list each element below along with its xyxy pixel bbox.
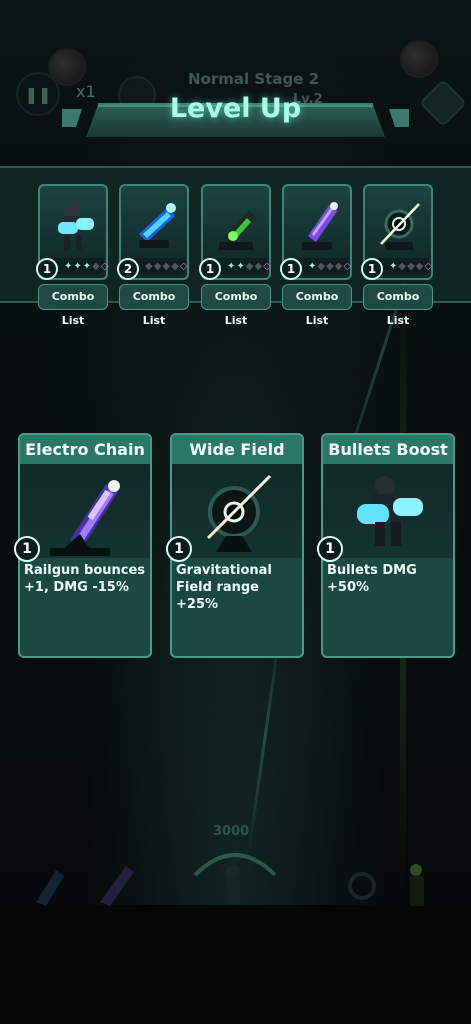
star-rating: ✦✦◆◆◇ — [227, 261, 272, 272]
choice-description: Bullets DMG +50% — [327, 563, 417, 595]
level-up-banner: Level Up — [58, 93, 413, 141]
choice-artwork — [20, 464, 150, 558]
choice-title: Wide Field — [172, 435, 302, 464]
electro-railgun-icon — [50, 480, 120, 556]
upgrade-choice-wide-field[interactable]: Wide Field 1 Gravitational Field range +… — [166, 433, 304, 658]
weapon-level-badge: 1 — [199, 258, 221, 280]
star-rating: ◆◆◆◆◇ — [145, 261, 189, 272]
choice-artwork — [323, 464, 453, 558]
combo-list-button[interactable]: Combo List — [201, 284, 271, 327]
star-rating: ✦✦✦◆◇ — [64, 261, 110, 272]
choice-level-badge: 1 — [14, 536, 40, 562]
green-cannon-icon — [219, 210, 257, 250]
ground — [0, 905, 471, 1024]
pause-icon: ❚❚ — [24, 84, 52, 104]
weapon-level-badge: 2 — [117, 258, 139, 280]
gravity-field-icon — [206, 474, 272, 552]
enemy-rock-icon — [400, 40, 438, 78]
bullets-turret-icon — [357, 476, 423, 546]
level-up-title: Level Up — [169, 93, 302, 124]
railgun-blue-icon — [139, 203, 176, 248]
bullets-turret-icon — [58, 202, 94, 250]
combo-list-button[interactable]: Combo List — [38, 284, 108, 327]
choice-title: Bullets Boost — [323, 435, 453, 464]
choice-artwork — [172, 464, 302, 558]
choice-level-badge: 1 — [317, 536, 343, 562]
enemy-rock-icon — [48, 48, 86, 86]
star-rating: ✦◆◆◆◇ — [308, 261, 353, 272]
combo-list-button[interactable]: Combo List — [282, 284, 352, 327]
electro-railgun-icon — [302, 202, 338, 250]
upgrade-choice-bullets-boost[interactable]: Bullets Boost 1 Bullets DMG +50% — [317, 433, 455, 658]
upgrade-choice-electro-chain[interactable]: Electro Chain 1 Railgun bounces +1, DMG … — [14, 433, 152, 658]
background-score: 3000 — [213, 824, 250, 839]
choice-title: Electro Chain — [20, 435, 150, 464]
weapon-level-badge: 1 — [36, 258, 58, 280]
combo-list-button[interactable]: Combo List — [363, 284, 433, 327]
weapon-level-badge: 1 — [280, 258, 302, 280]
stage-name: Normal Stage 2 — [188, 70, 320, 88]
choice-description: Gravitational Field range +25% — [176, 563, 272, 612]
weapon-level-badge: 1 — [361, 258, 383, 280]
combo-list-button[interactable]: Combo List — [119, 284, 189, 327]
choice-level-badge: 1 — [166, 536, 192, 562]
choice-description: Railgun bounces +1, DMG -15% — [24, 563, 146, 595]
star-rating: ✦◆◆◆◇ — [389, 261, 434, 272]
gravity-field-icon — [380, 203, 420, 250]
turret-silhouettes — [36, 864, 424, 906]
